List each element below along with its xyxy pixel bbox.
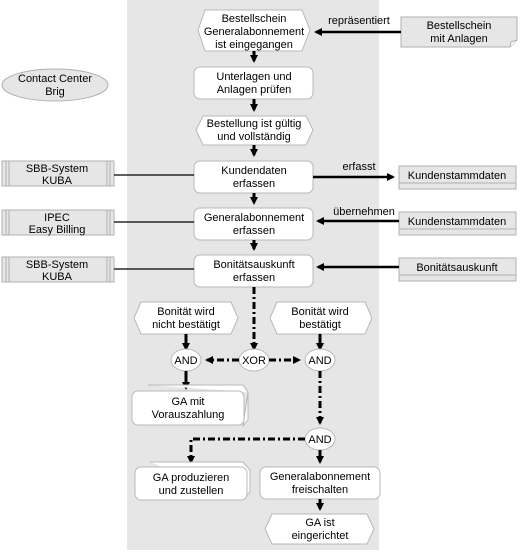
event-label-line-3: ist eingegangen [215,39,293,51]
epc-diagram: Contact Center Brig Bestellschein Genera… [1,0,518,550]
event-label-line-2: und vollständig [217,131,290,143]
system-sbb-kuba-2[interactable]: SBB-System KUBA [1,256,115,283]
process-path-label-line-1: GA mit [171,396,204,408]
event-label-line-2: nicht bestätigt [152,319,220,331]
event-bonitaet-nicht-bestaetigt[interactable]: Bonität wird nicht bestätigt [133,301,239,335]
function-label-line-1: Kundendaten [221,165,286,177]
data-store-label: Kundenstammdaten [408,170,506,182]
function-unterlagen-pruefen[interactable]: Unterlagen und Anlagen prüfen [193,66,314,100]
event-label-line-2: eingerichtet [292,530,349,542]
data-store-bonitaetsauskunft[interactable]: Bonitätsauskunft [398,257,517,282]
document-label-line-2: mit Anlagen [430,33,487,45]
event-label-line-1: Bonität wird [157,306,214,318]
data-store-kundenstammdaten-1[interactable]: Kundenstammdaten [398,165,517,190]
function-label-line-2: erfassen [233,272,275,284]
org-unit-contact-center[interactable]: Contact Center Brig [1,68,109,102]
function-generalabonnement-erfassen[interactable]: Generalabonnement erfassen [193,207,314,241]
function-label-line-1: Generalabonnement [204,212,304,224]
document-bestellschein-mit-anlagen[interactable]: Bestellschein mit Anlagen [400,16,518,48]
function-bonitaetsauskunft-erfassen[interactable]: Bonitätsauskunft erfassen [193,254,314,288]
function-label-line-2: erfassen [233,225,275,237]
data-store-strip [398,182,517,190]
function-label-line-1: Unterlagen und [216,71,291,83]
system-label-line-1: SBB-System [26,163,88,175]
edge-label-repraesentiert: repräsentiert [328,15,390,27]
data-store-strip [398,274,517,282]
event-label-line-2: Generalabonnement [204,26,304,38]
connector-xor[interactable]: XOR [238,348,270,372]
system-sbb-kuba-1[interactable]: SBB-System KUBA [1,160,115,187]
process-path-label-line-2: Vorauszahlung [152,409,225,421]
function-label-line-2: Anlagen prüfen [217,84,292,96]
connector-label: AND [308,355,331,367]
function-label-line-2: erfassen [233,178,275,190]
system-label-line-2: Easy Billing [29,224,86,236]
event-bonitaet-bestaetigt[interactable]: Bonität wird bestätigt [269,301,373,335]
event-label-line-1: Bonität wird [291,306,348,318]
data-store-kundenstammdaten-2[interactable]: Kundenstammdaten [398,211,517,236]
function-kundendaten-erfassen[interactable]: Kundendaten erfassen [193,160,314,194]
system-label-line-1: SBB-System [26,259,88,271]
edge-label-erfasst: erfasst [342,161,375,173]
system-label-line-2: KUBA [42,175,73,187]
function-label-line-2: freischalten [292,484,348,496]
process-path-label-line-2: und zustellen [159,485,224,497]
org-unit-label-line-2: Brig [45,86,65,98]
connector-label: AND [308,434,331,446]
connector-and-left[interactable]: AND [170,348,202,372]
function-label-line-1: Generalabonnement [270,471,370,483]
function-generalabonnement-freischalten[interactable]: Generalabonnement freischalten [259,466,381,500]
system-ipec-easy-billing[interactable]: IPEC Easy Billing [1,209,115,236]
connector-and-right[interactable]: AND [304,348,336,372]
document-label-line-1: Bestellschein [427,20,492,32]
event-bestellung-gueltig[interactable]: Bestellung ist gültig und vollständig [195,115,314,146]
org-unit-label-line-1: Contact Center [18,73,92,85]
system-label-line-2: KUBA [42,271,73,283]
event-label-line-1: Bestellschein [222,13,287,25]
system-label-line-1: IPEC [44,212,70,224]
data-store-label: Bonitätsauskunft [416,262,497,274]
event-label-line-1: Bestellung ist gültig [207,118,302,130]
process-path-ga-produzieren[interactable]: GA produzieren und zustellen [134,461,251,501]
function-label-line-1: Bonitätsauskunft [213,259,294,271]
event-bestellschein-eingegangen[interactable]: Bestellschein Generalabonnement ist eing… [197,9,311,52]
connector-and-bottom[interactable]: AND [304,427,336,451]
process-path-ga-mit-vorauszahlung[interactable]: GA mit Vorauszahlung [131,384,249,428]
event-label-line-1: GA ist [305,517,334,529]
event-ga-eingerichtet[interactable]: GA ist eingerichtet [264,513,375,545]
connector-label: AND [174,355,197,367]
connector-label: XOR [242,355,266,367]
process-path-label-line-1: GA produzieren [153,472,229,484]
event-label-line-2: bestätigt [299,319,341,331]
data-store-strip [398,228,517,236]
edge-label-uebernehmen: übernehmen [333,206,395,218]
data-store-label: Kundenstammdaten [408,216,506,228]
